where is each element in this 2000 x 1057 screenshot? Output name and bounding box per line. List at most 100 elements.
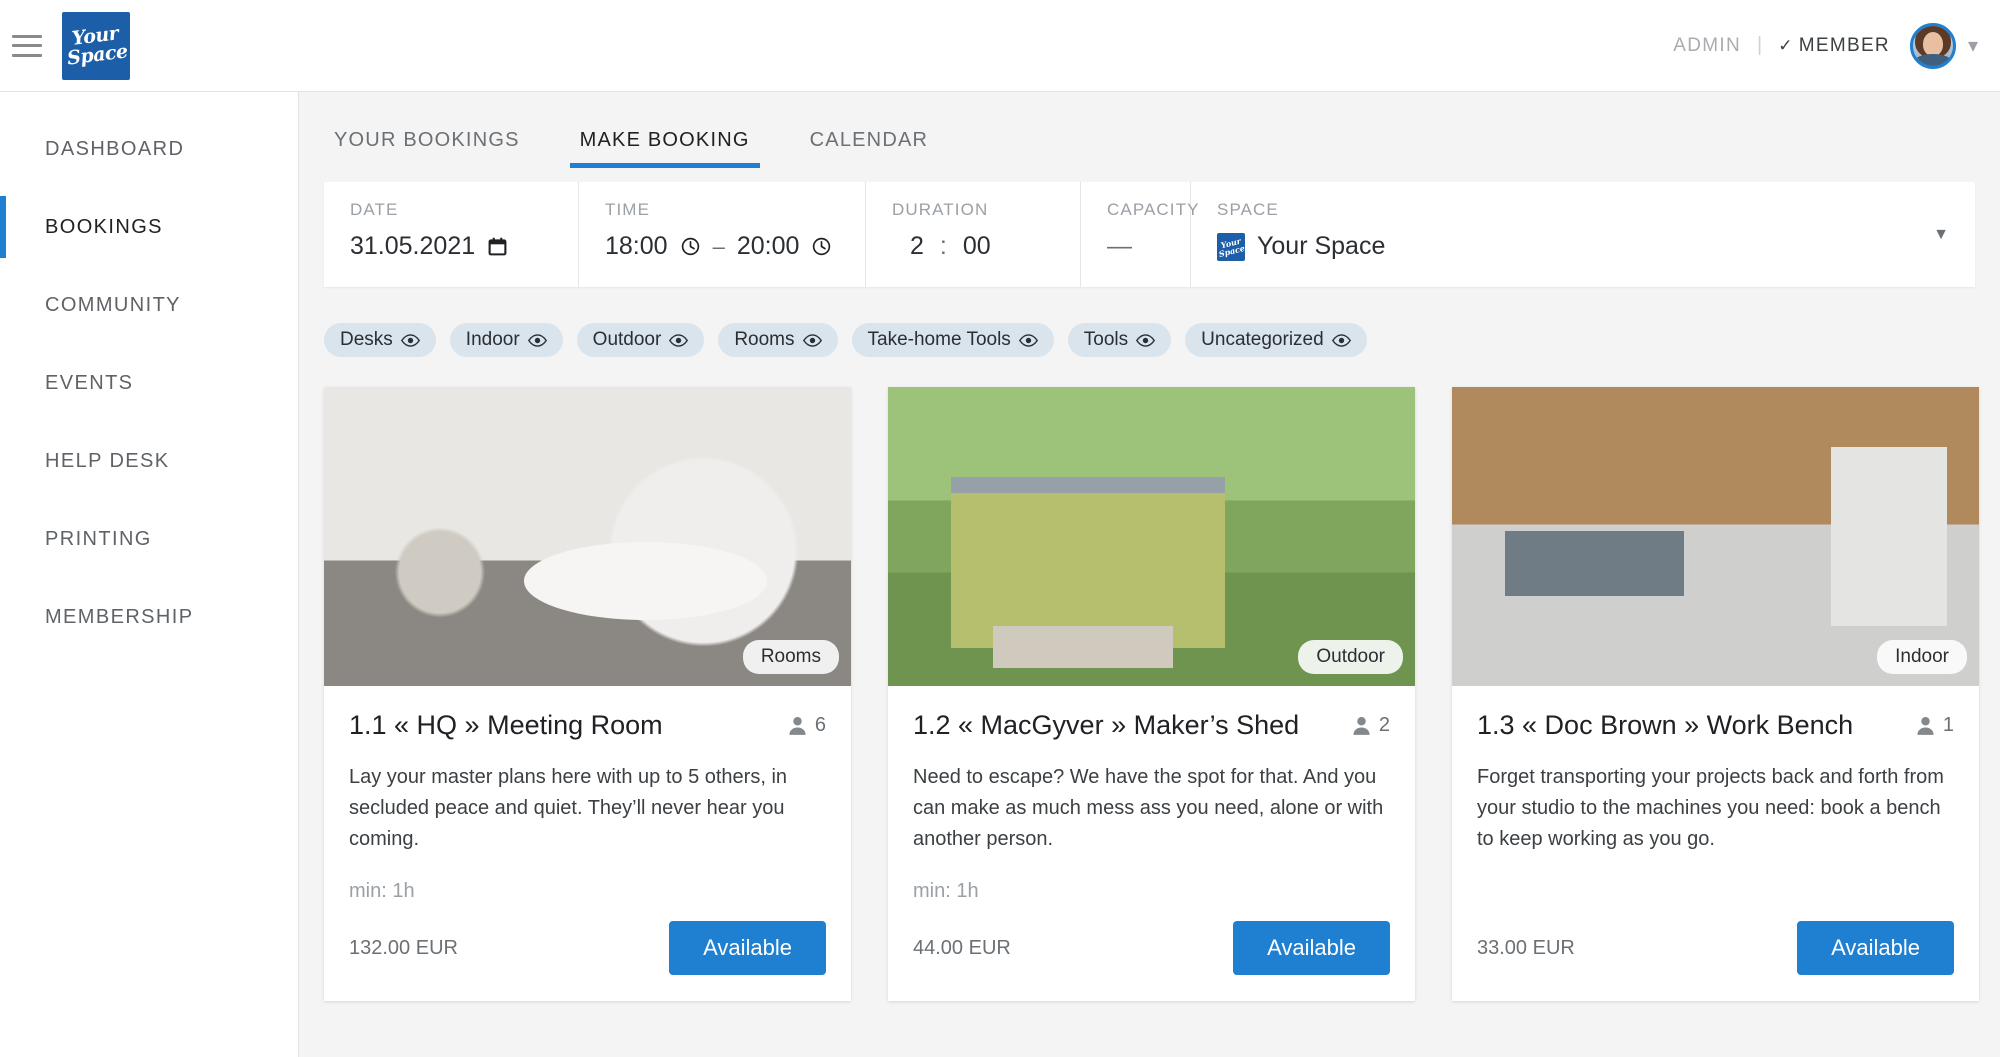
role-admin[interactable]: ADMIN <box>1673 35 1757 57</box>
account-area: ADMIN | ✓ MEMBER ▾ <box>1673 22 1978 69</box>
sidebar-item-label: EVENTS <box>45 371 134 394</box>
chip-label: Tools <box>1083 329 1129 350</box>
sidebar-item-label: BOOKINGS <box>45 215 163 238</box>
min-duration: min: 1h <box>349 880 415 902</box>
time-label: TIME <box>605 200 651 219</box>
capacity-field[interactable]: CAPACITY — <box>1081 182 1200 287</box>
capacity-count: 1 <box>1942 714 1954 736</box>
resource-image: Indoor <box>1452 387 1979 686</box>
tab-make-booking[interactable]: MAKE BOOKING <box>569 129 760 168</box>
sidebar-item-community[interactable]: COMMUNITY <box>0 266 298 344</box>
sidebar-item-dashboard[interactable]: DASHBOARD <box>0 110 298 188</box>
role-separator: | <box>1757 34 1763 56</box>
capacity-badge: 6 <box>789 714 826 737</box>
chip-uncategorized[interactable]: Uncategorized <box>1185 323 1367 357</box>
min-duration: min: 1h <box>913 880 979 902</box>
chip-tools[interactable]: Tools <box>1067 323 1172 357</box>
chip-desks[interactable]: Desks <box>324 323 436 357</box>
available-button[interactable]: Available <box>1233 921 1390 975</box>
capacity-badge: 1 <box>1917 714 1954 737</box>
date-field[interactable]: DATE 31.05.2021 <box>324 182 579 287</box>
eye-icon[interactable] <box>802 333 822 347</box>
resource-description: Need to escape? We have the spot for tha… <box>913 766 1384 850</box>
check-icon: ✓ <box>1778 35 1794 55</box>
sidebar-item-label: PRINTING <box>45 527 152 550</box>
resource-description: Forget transporting your projects back a… <box>1477 766 1944 850</box>
sidebar-item-bookings[interactable]: BOOKINGS <box>0 188 298 266</box>
category-filter-chips: Desks Indoor Outdoor Rooms Take-home Too… <box>299 287 2000 357</box>
sidebar-item-printing[interactable]: PRINTING <box>0 500 298 578</box>
role-member-label: MEMBER <box>1798 34 1890 56</box>
calendar-icon[interactable] <box>487 236 508 257</box>
category-badge: Indoor <box>1877 640 1967 674</box>
duration-label: DURATION <box>892 200 989 219</box>
role-member[interactable]: ✓ MEMBER <box>1778 35 1910 57</box>
chip-indoor[interactable]: Indoor <box>449 323 563 357</box>
resource-title: 1.1 « HQ » Meeting Room <box>349 710 663 740</box>
chip-label: Indoor <box>465 329 520 350</box>
time-start-value: 18:00 <box>605 232 668 260</box>
hamburger-icon[interactable] <box>12 34 42 57</box>
main-content: YOUR BOOKINGS MAKE BOOKING CALENDAR DATE… <box>299 92 2000 1057</box>
avatar-face <box>1922 31 1943 56</box>
date-label: DATE <box>350 200 399 219</box>
capacity-count: 2 <box>1378 714 1390 736</box>
tab-your-bookings[interactable]: YOUR BOOKINGS <box>324 129 530 168</box>
top-bar: Your Space ADMIN | ✓ MEMBER ▾ <box>0 0 2000 92</box>
eye-icon[interactable] <box>1136 333 1156 347</box>
eye-icon[interactable] <box>527 333 547 347</box>
resource-card[interactable]: Indoor 1.3 « Doc Brown » Work Bench 1 Fo… <box>1452 387 1979 1001</box>
time-field[interactable]: TIME 18:00 – 20:00 <box>579 182 866 287</box>
chip-outdoor[interactable]: Outdoor <box>576 323 705 357</box>
resource-price: 132.00 EUR <box>349 936 458 959</box>
eye-icon[interactable] <box>400 333 420 347</box>
chip-label: Desks <box>340 329 393 350</box>
sidebar-item-label: MEMBERSHIP <box>45 605 194 628</box>
chip-label: Rooms <box>734 329 795 350</box>
duration-minutes: 00 <box>962 232 991 260</box>
sidebar-item-events[interactable]: EVENTS <box>0 344 298 422</box>
sidebar-item-membership[interactable]: MEMBERSHIP <box>0 578 298 656</box>
capacity-value: — <box>1107 232 1132 260</box>
person-icon <box>789 717 806 735</box>
sidebar-item-label: HELP DESK <box>45 449 170 472</box>
person-icon <box>1917 717 1934 735</box>
available-button[interactable]: Available <box>669 921 826 975</box>
category-badge: Rooms <box>742 640 839 674</box>
category-badge: Outdoor <box>1298 640 1403 674</box>
chevron-down-icon[interactable]: ▼ <box>1933 226 1949 244</box>
clock-icon[interactable] <box>680 236 701 257</box>
app-logo[interactable]: Your Space <box>62 11 130 80</box>
resource-card[interactable]: Rooms 1.1 « HQ » Meeting Room 6 Lay your… <box>324 387 851 1001</box>
resource-title: 1.2 « MacGyver » Maker’s Shed <box>913 710 1300 740</box>
tab-calendar[interactable]: CALENDAR <box>800 129 939 168</box>
tab-label: MAKE BOOKING <box>579 129 750 151</box>
capacity-count: 6 <box>814 714 826 736</box>
clock-icon[interactable] <box>811 236 832 257</box>
duration-hours: 2 <box>910 232 924 260</box>
capacity-label: CAPACITY <box>1107 200 1200 219</box>
resource-title: 1.3 « Doc Brown » Work Bench <box>1477 710 1854 740</box>
date-value: 31.05.2021 <box>350 232 476 260</box>
logo-line-2: Space <box>65 39 129 70</box>
duration-field[interactable]: DURATION 2 : 00 <box>866 182 1081 287</box>
chip-label: Uncategorized <box>1201 329 1324 350</box>
time-end-value: 20:00 <box>736 232 800 260</box>
resource-card[interactable]: Outdoor 1.2 « MacGyver » Maker’s Shed 2 … <box>888 387 1415 1001</box>
eye-icon[interactable] <box>669 333 689 347</box>
eye-icon[interactable] <box>1018 333 1038 347</box>
sidebar-item-label: DASHBOARD <box>45 137 185 160</box>
resource-price: 44.00 EUR <box>913 936 1011 959</box>
chevron-down-icon[interactable]: ▾ <box>1968 36 1978 56</box>
sidebar-item-help-desk[interactable]: HELP DESK <box>0 422 298 500</box>
eye-icon[interactable] <box>1331 333 1351 347</box>
space-field[interactable]: SPACE Your Space Your Space ▼ <box>1191 182 1975 287</box>
chip-label: Take-home Tools <box>867 329 1011 350</box>
chip-rooms[interactable]: Rooms <box>718 323 838 357</box>
person-icon <box>1353 717 1370 735</box>
available-button[interactable]: Available <box>1797 921 1954 975</box>
tab-label: YOUR BOOKINGS <box>334 129 520 151</box>
sidebar-item-label: COMMUNITY <box>45 293 181 316</box>
chip-take-home-tools[interactable]: Take-home Tools <box>851 323 1054 357</box>
avatar[interactable] <box>1909 22 1956 69</box>
